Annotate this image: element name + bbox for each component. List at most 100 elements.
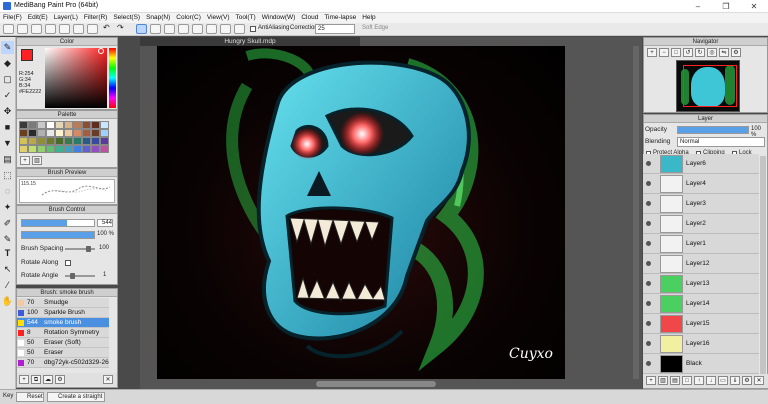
layer-row[interactable]: Black: [643, 354, 759, 374]
brush-tool-icon[interactable]: ✎: [1, 41, 14, 54]
palette-swatch[interactable]: [82, 137, 91, 145]
brush-cloud-icon[interactable]: ☁: [43, 375, 53, 384]
fill-tool-icon[interactable]: ■: [1, 121, 14, 134]
layer-row[interactable]: Layer4: [643, 174, 759, 194]
zoom-in-icon[interactable]: +: [647, 48, 657, 57]
palette-swatch[interactable]: [64, 121, 73, 129]
menu-file[interactable]: File(F): [0, 13, 25, 23]
artwork-canvas[interactable]: Cuyxo: [157, 46, 565, 379]
brush-delete-icon[interactable]: ✕: [103, 375, 113, 384]
flip-icon[interactable]: ⇋: [719, 48, 729, 57]
palette-swatch[interactable]: [82, 121, 91, 129]
new-8bit-layer-icon[interactable]: ▤: [670, 376, 680, 385]
palette-swatch[interactable]: [73, 129, 82, 137]
menu-layer[interactable]: Layer(L): [51, 13, 81, 23]
layer-row[interactable]: Layer14: [643, 294, 759, 314]
navigator-settings-icon[interactable]: ⚙: [731, 48, 741, 57]
layer-merge-icon[interactable]: ⇓: [730, 376, 740, 385]
select-eraser-icon[interactable]: ✎: [1, 233, 14, 246]
zoom-out-icon[interactable]: −: [659, 48, 669, 57]
layer-visibility-icon[interactable]: [646, 361, 651, 366]
menu-filter[interactable]: Filter(R): [81, 13, 110, 23]
palette-swatch[interactable]: [37, 121, 46, 129]
menu-tool[interactable]: Tool(T): [233, 13, 259, 23]
layer-row[interactable]: Layer15: [643, 314, 759, 334]
palette-swatch[interactable]: [37, 137, 46, 145]
brush-list-item[interactable]: 8Rotation Symmetry Pen: [17, 328, 109, 346]
blending-select[interactable]: Normal: [677, 137, 765, 147]
new-1bit-layer-icon[interactable]: □: [682, 376, 692, 385]
palette-swatch[interactable]: [73, 121, 82, 129]
new-file-icon[interactable]: [3, 24, 14, 34]
canvas-vscrollbar[interactable]: [633, 46, 639, 379]
palette-swatch[interactable]: [55, 129, 64, 137]
layer-row[interactable]: Layer6: [643, 154, 759, 174]
layer-visibility-icon[interactable]: [646, 201, 651, 206]
snap-settings-icon[interactable]: [234, 24, 245, 34]
palette-swatch[interactable]: [100, 121, 109, 129]
layer-visibility-icon[interactable]: [646, 321, 651, 326]
rotate-right-icon[interactable]: ↻: [695, 48, 705, 57]
navigator-viewport[interactable]: [683, 65, 737, 107]
menu-edit[interactable]: Edit(E): [25, 13, 51, 23]
palette-swatch[interactable]: [91, 129, 100, 137]
layer-opacity-slider[interactable]: [677, 126, 749, 134]
antialiasing-checkbox[interactable]: [250, 26, 256, 32]
palette-swatch[interactable]: [64, 137, 73, 145]
layer-settings-icon[interactable]: ⚙: [742, 376, 752, 385]
palette-swatch[interactable]: [100, 145, 109, 153]
layer-scrollbar[interactable]: [760, 156, 766, 374]
brush-list-item[interactable]: 50 Eraser: [17, 348, 109, 358]
redo-icon[interactable]: ↷: [117, 23, 124, 32]
palette-swatch[interactable]: [46, 121, 55, 129]
brush-list-item[interactable]: 100 Sparkle Brush: [17, 308, 109, 318]
palette-swatch[interactable]: [73, 145, 82, 153]
palette-swatch[interactable]: [19, 129, 28, 137]
open-file-icon[interactable]: [17, 24, 28, 34]
layer-visibility-icon[interactable]: [646, 261, 651, 266]
text-tool-icon[interactable]: T: [1, 247, 14, 260]
menu-help[interactable]: Help: [359, 13, 378, 23]
gradient-tool-icon[interactable]: ▤: [1, 153, 14, 166]
zoom-fit-icon[interactable]: □: [671, 48, 681, 57]
straight-line-button[interactable]: Create a straight line: [47, 392, 105, 402]
palette-swatch[interactable]: [37, 129, 46, 137]
rotate-along-checkbox[interactable]: [65, 260, 71, 266]
palette-swatch[interactable]: [64, 129, 73, 137]
snap-curve-icon[interactable]: [220, 24, 231, 34]
brush-list-item[interactable]: 70 Smudge: [17, 298, 109, 308]
layer-visibility-icon[interactable]: [646, 161, 651, 166]
palette-swatch[interactable]: [73, 137, 82, 145]
layer-folder-icon[interactable]: ▭: [718, 376, 728, 385]
new-halftone-layer-icon[interactable]: ▥: [658, 376, 668, 385]
palette-swatch[interactable]: [19, 145, 28, 153]
menu-timelapse[interactable]: Time-lapse: [321, 13, 359, 23]
layer-visibility-icon[interactable]: [646, 341, 651, 346]
layer-row[interactable]: Layer16: [643, 334, 759, 354]
palette-swatch[interactable]: [82, 145, 91, 153]
maximize-button[interactable]: ❐: [712, 0, 740, 13]
layer-visibility-icon[interactable]: [646, 221, 651, 226]
canvas-hscrollbar[interactable]: [316, 381, 436, 387]
layer-visibility-icon[interactable]: [646, 241, 651, 246]
dot-tool-icon[interactable]: ▢: [1, 73, 14, 86]
share-icon[interactable]: [59, 24, 70, 34]
palette-swatch[interactable]: [55, 145, 64, 153]
palette-swatch[interactable]: [64, 145, 73, 153]
palette-swatch[interactable]: [91, 145, 100, 153]
palette-add-icon[interactable]: +: [20, 156, 30, 165]
eraser-tool-icon[interactable]: ◆: [1, 57, 14, 70]
palette-swatch[interactable]: [37, 145, 46, 153]
primary-color-swatch[interactable]: [21, 49, 33, 61]
palette-swatch[interactable]: [55, 121, 64, 129]
menu-cloud[interactable]: Cloud: [298, 13, 321, 23]
pen-tool-icon[interactable]: ✓: [1, 89, 14, 102]
select-pen-icon[interactable]: ✐: [1, 217, 14, 230]
navigator-thumbnail[interactable]: [676, 60, 740, 112]
hand-tool-icon[interactable]: ✋: [1, 295, 14, 308]
palette-swatch[interactable]: [82, 129, 91, 137]
brush-size-slider[interactable]: [21, 219, 95, 227]
layer-visibility-icon[interactable]: [646, 301, 651, 306]
menu-window[interactable]: Window(W): [259, 13, 299, 23]
lasso-tool-icon[interactable]: ◌: [1, 185, 14, 198]
